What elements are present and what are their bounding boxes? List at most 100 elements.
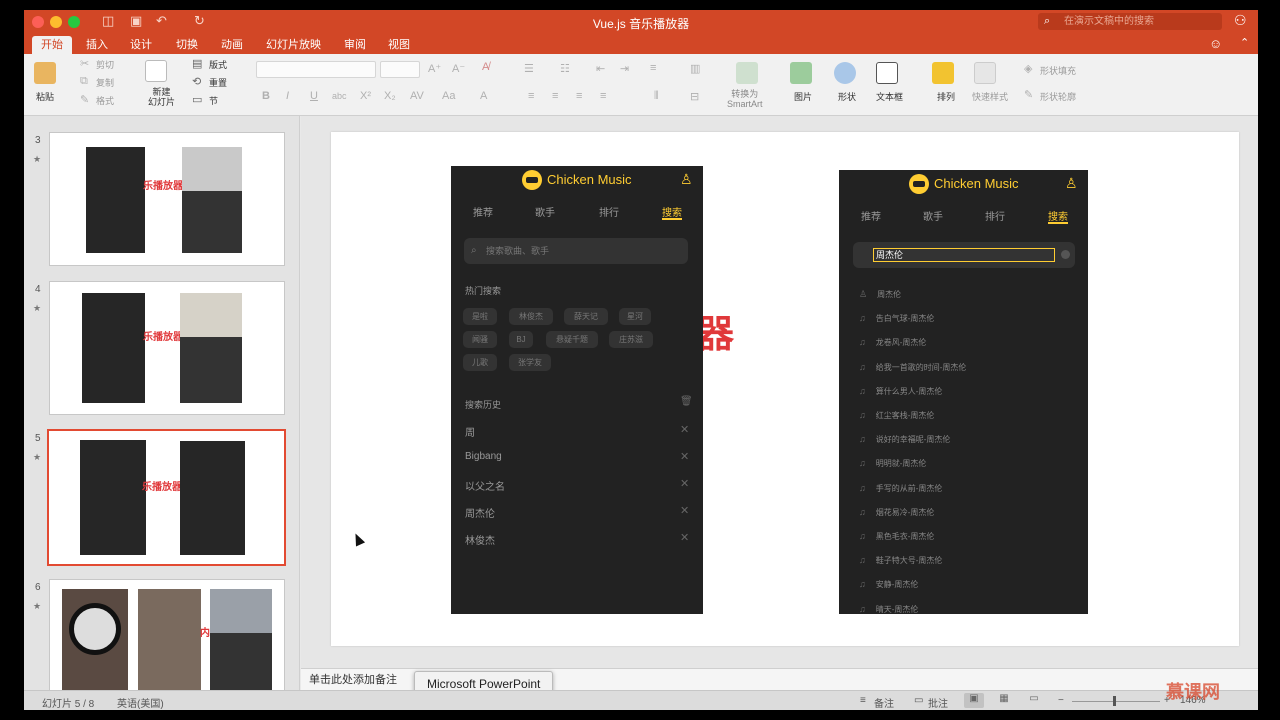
- line-spacing-icon[interactable]: ≡: [650, 62, 656, 74]
- increase-indent-icon[interactable]: ⇥: [620, 62, 629, 75]
- shape-outline-icon[interactable]: ✎: [1024, 88, 1033, 101]
- underline-icon[interactable]: U: [310, 90, 318, 102]
- tab-review[interactable]: 审阅: [335, 36, 375, 54]
- remove-icon: ✕: [680, 505, 690, 517]
- reset-button[interactable]: 重置: [209, 76, 227, 89]
- font-size-select[interactable]: [380, 61, 420, 78]
- user-icon: ♙: [1065, 175, 1078, 191]
- share-icon[interactable]: ⚇: [1234, 12, 1247, 29]
- paste-icon[interactable]: [34, 62, 56, 84]
- comments-toggle[interactable]: 批注: [928, 695, 948, 710]
- paste-button-label[interactable]: 粘贴: [36, 90, 54, 103]
- picture-button[interactable]: 图片: [794, 90, 812, 103]
- tab-view[interactable]: 视图: [379, 36, 419, 54]
- smile-feedback-icon[interactable]: ☺: [1209, 36, 1222, 51]
- textbox-icon[interactable]: [876, 62, 898, 84]
- align-center-icon[interactable]: ≡: [552, 90, 558, 102]
- columns-icon[interactable]: ▥: [690, 62, 700, 75]
- slide-thumbnail-3[interactable]: 乐播放器: [49, 132, 285, 266]
- maximize-window-button[interactable]: [68, 16, 80, 28]
- convert-smartart-button[interactable]: 转换为 SmartArt: [727, 89, 763, 109]
- copy-icon[interactable]: ⧉: [80, 75, 88, 88]
- picture-icon[interactable]: [790, 62, 812, 84]
- align-text-icon[interactable]: ⊟: [690, 90, 699, 103]
- align-left-icon[interactable]: ≡: [528, 90, 534, 102]
- shape-outline-button[interactable]: 形状轮廓: [1040, 90, 1076, 103]
- current-slide[interactable]: 乐播放器 Chicken Music ♙ 推荐 歌手 排行 搜索 ⌕ 搜索歌曲、…: [331, 132, 1239, 646]
- tab-design[interactable]: 设计: [121, 36, 161, 54]
- cut-button[interactable]: 剪切: [96, 58, 114, 71]
- arrange-button[interactable]: 排列: [937, 90, 955, 103]
- copy-button[interactable]: 复制: [96, 76, 114, 89]
- reset-icon[interactable]: ⟲: [192, 75, 201, 88]
- close-window-button[interactable]: [32, 16, 44, 28]
- shrink-font-icon[interactable]: A⁻: [452, 62, 465, 75]
- collapse-ribbon-icon[interactable]: ⌃: [1240, 36, 1249, 49]
- superscript-icon[interactable]: X²: [360, 90, 371, 102]
- bullets-icon[interactable]: ☰: [524, 62, 534, 75]
- reading-view-icon[interactable]: ▭: [1024, 693, 1044, 708]
- zoom-slider[interactable]: [1072, 701, 1160, 702]
- subscript-icon[interactable]: X₂: [384, 90, 396, 102]
- char-spacing-icon[interactable]: AV: [410, 90, 424, 102]
- zoom-slider-knob[interactable]: [1113, 696, 1116, 706]
- format-painter-icon[interactable]: ✎: [80, 93, 89, 106]
- change-case-icon[interactable]: Aa: [442, 90, 455, 102]
- section-icon[interactable]: ▭: [192, 93, 202, 106]
- music-note-icon: ♫: [859, 337, 866, 348]
- phone-screenshot-search[interactable]: Chicken Music ♙ 推荐 歌手 排行 搜索 ⌕ 搜索歌曲、歌手 热门…: [451, 166, 703, 614]
- tab-animations[interactable]: 动画: [212, 36, 252, 54]
- normal-view-icon[interactable]: ▣: [964, 693, 984, 708]
- shape-icon[interactable]: [834, 62, 856, 84]
- textbox-button[interactable]: 文本框: [876, 90, 903, 103]
- grow-font-icon[interactable]: A⁺: [428, 62, 441, 75]
- sidebar-toggle-icon[interactable]: ◫: [102, 13, 114, 29]
- quick-styles-icon[interactable]: [974, 62, 996, 84]
- convert-smartart-icon[interactable]: [736, 62, 758, 84]
- layout-button[interactable]: 版式: [209, 58, 227, 71]
- text-direction-icon[interactable]: ⫴: [654, 90, 659, 103]
- slide-thumbnail-panel[interactable]: 3 ★ 乐播放器 4 ★ 乐播放器 5 ★ 乐播放器 6 ★ 内: [24, 116, 300, 690]
- redo-icon[interactable]: ↻: [194, 13, 205, 29]
- document-search-box[interactable]: ⌕ 在演示文稿中的搜索: [1038, 13, 1222, 30]
- format-painter-button[interactable]: 格式: [96, 94, 114, 107]
- notes-icon[interactable]: ≡: [860, 695, 866, 706]
- shape-fill-icon[interactable]: ◈: [1024, 62, 1032, 75]
- justify-icon[interactable]: ≡: [600, 90, 606, 102]
- slide-thumbnail-6[interactable]: 内: [49, 579, 285, 690]
- clear-format-icon[interactable]: A̸: [482, 61, 489, 73]
- slide-thumbnail-4[interactable]: 乐播放器: [49, 281, 285, 415]
- shape-button[interactable]: 形状: [838, 90, 856, 103]
- save-icon[interactable]: ▣: [130, 13, 142, 29]
- section-button[interactable]: 节: [209, 94, 218, 107]
- notes-toggle[interactable]: 备注: [874, 695, 894, 710]
- bold-icon[interactable]: B: [262, 90, 270, 102]
- shape-fill-button[interactable]: 形状填充: [1040, 64, 1076, 77]
- phone-screenshot-suggest[interactable]: Chicken Music ♙ 推荐 歌手 排行 搜索 周杰伦 ♙ 周杰伦 ♫ 告白气…: [839, 170, 1088, 614]
- tab-slideshow[interactable]: 幻灯片放映: [257, 36, 330, 54]
- minimize-window-button[interactable]: [50, 16, 62, 28]
- undo-icon[interactable]: ↶: [156, 13, 167, 29]
- history-item: 林俊杰: [465, 536, 495, 547]
- zoom-out-icon[interactable]: −: [1058, 695, 1064, 706]
- strikethrough-icon[interactable]: abc: [332, 91, 347, 101]
- font-family-select[interactable]: [256, 61, 376, 78]
- tab-transitions[interactable]: 切换: [167, 36, 207, 54]
- tab-insert[interactable]: 插入: [77, 36, 117, 54]
- layout-icon[interactable]: ▤: [192, 57, 202, 70]
- new-slide-button[interactable]: 新建 幻灯片: [148, 87, 175, 107]
- new-slide-icon[interactable]: [145, 60, 167, 82]
- language-indicator[interactable]: 英语(美国): [117, 695, 164, 710]
- align-right-icon[interactable]: ≡: [576, 90, 582, 102]
- italic-icon[interactable]: I: [286, 90, 289, 102]
- arrange-icon[interactable]: [932, 62, 954, 84]
- comments-icon[interactable]: ▭: [914, 695, 923, 706]
- slide-sorter-icon[interactable]: ▦: [994, 693, 1014, 708]
- tab-home[interactable]: 开始: [32, 36, 72, 54]
- numbering-icon[interactable]: ☷: [560, 62, 570, 75]
- slide-thumbnail-5[interactable]: 乐播放器: [47, 429, 286, 566]
- decrease-indent-icon[interactable]: ⇤: [596, 62, 605, 75]
- quick-styles-button[interactable]: 快速样式: [972, 90, 1008, 103]
- font-color-icon[interactable]: A: [480, 90, 487, 102]
- cut-icon[interactable]: ✂: [80, 57, 89, 70]
